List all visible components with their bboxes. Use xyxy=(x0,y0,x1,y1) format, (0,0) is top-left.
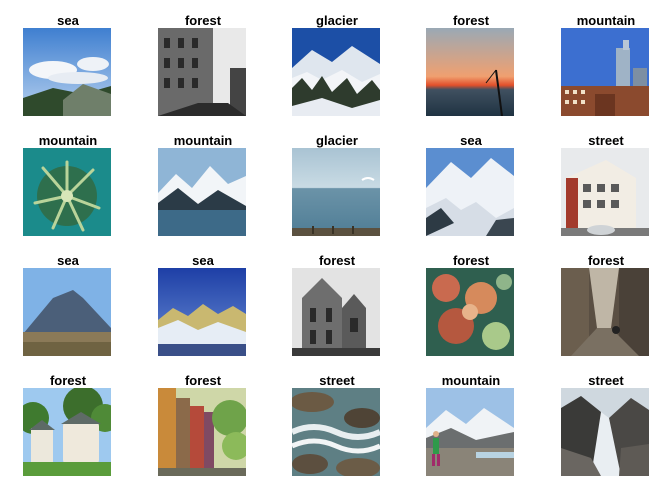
image-label: sea xyxy=(57,253,79,268)
image-label: forest xyxy=(452,253,490,268)
image-thumbnail xyxy=(561,28,649,116)
image-thumbnail xyxy=(23,268,111,356)
image-label: mountain xyxy=(441,373,501,388)
image-label: forest xyxy=(452,13,490,28)
image-thumbnail xyxy=(292,28,380,116)
image-label: mountain xyxy=(173,133,233,148)
image-thumbnail xyxy=(158,388,246,476)
image-thumbnail xyxy=(426,388,514,476)
image-thumbnail xyxy=(292,388,380,476)
image-label: glacier xyxy=(316,133,358,148)
image-thumbnail xyxy=(158,268,246,356)
image-thumbnail xyxy=(292,268,380,356)
image-thumbnail xyxy=(561,148,649,236)
image-thumbnail xyxy=(426,268,514,356)
image-thumbnail xyxy=(23,388,111,476)
image-label: sea xyxy=(192,253,214,268)
image-label: forest xyxy=(184,13,222,28)
image-label: forest xyxy=(587,253,625,268)
image-thumbnail xyxy=(23,148,111,236)
image-thumbnail xyxy=(426,148,514,236)
image-label: sea xyxy=(57,13,79,28)
image-thumbnail xyxy=(561,388,649,476)
image-label: street xyxy=(588,373,624,388)
image-thumbnail xyxy=(561,268,649,356)
image-thumbnail xyxy=(158,28,246,116)
image-thumbnail xyxy=(23,28,111,116)
image-label: forest xyxy=(318,253,356,268)
image-thumbnail xyxy=(292,148,380,236)
image-label: mountain xyxy=(576,13,636,28)
image-label: mountain xyxy=(38,133,98,148)
image-label: forest xyxy=(49,373,87,388)
image-thumbnail xyxy=(158,148,246,236)
image-grid: sea forest glacier forest mountain mount… xyxy=(0,0,672,480)
image-label: forest xyxy=(184,373,222,388)
image-label: glacier xyxy=(316,13,358,28)
image-label: street xyxy=(588,133,624,148)
image-thumbnail xyxy=(426,28,514,116)
image-label: street xyxy=(319,373,355,388)
image-label: sea xyxy=(460,133,482,148)
